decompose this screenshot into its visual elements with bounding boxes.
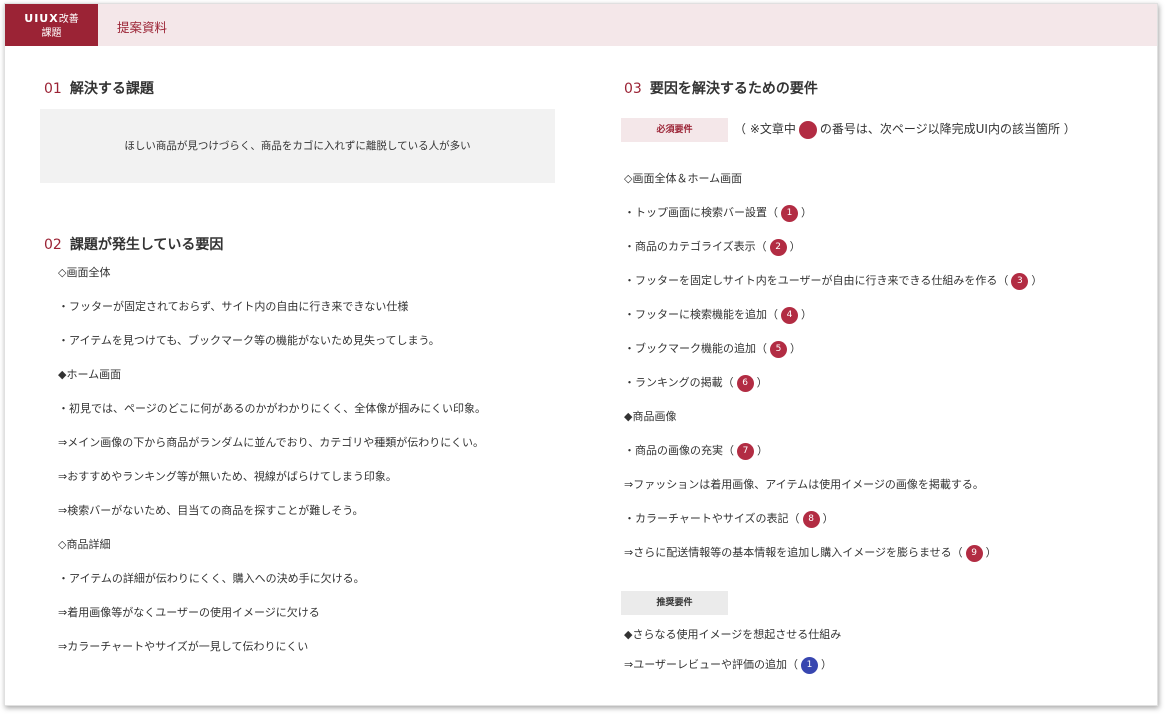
close-paren: ） [789,240,801,253]
requirement-text: ・ブックマーク機能の追加（ [624,342,767,355]
section-title: 要因を解決するための要件 [649,81,818,97]
header-bar: UIUX改善 課題 提案資料 [5,4,1157,46]
requirement-line: ・フッターに検索機能を追加（ 4） [624,306,812,324]
brand-suffix: 改善 [58,14,79,25]
brand-name: UIUX [24,12,59,25]
section-number: 03 [624,81,642,97]
red-circle-icon [798,120,817,139]
requirement-line: ・ブックマーク機能の追加（ 5） [624,340,801,358]
brand-subtitle: 課題 [41,28,62,39]
note-text-before: （ ※文章中 [734,122,796,136]
section-number: 01 [44,81,62,97]
requirement-text: ⇒ファッションは着用画像、アイテムは使用イメージの画像を掲載する。 [624,478,984,491]
requirement-text: ・商品の画像の充実（ [624,444,734,457]
cause-line: ⇒メイン画像の下から商品がランダムに並んでおり、カテゴリや種類が伝わりにくい。 [58,436,485,449]
cause-line: ◆ホーム画面 [58,368,122,381]
number-badge: 9 [965,544,983,562]
close-paren: ） [1031,274,1043,287]
requirement-text: ◇画面全体＆ホーム画面 [624,172,743,185]
number-badge: 8 [802,510,820,528]
section-title: 課題が発生している要因 [69,237,224,253]
number-badge: 6 [736,374,754,392]
requirement-line: ・ランキングの掲載（ 6） [624,374,768,392]
requirement-text: ⇒さらに配送情報等の基本情報を追加し購入イメージを膨らませる（ [624,546,963,559]
requirement-text: ・フッターを固定しサイト内をユーザーが自由に行き来できる仕組みを作る（ [624,274,1009,287]
requirement-line: ・商品の画像の充実（ 7） [624,442,768,460]
requirement-text: ・トップ画面に検索バー設置（ [624,206,778,219]
requirement-text: ・ランキングの掲載（ [624,376,734,389]
requirement-line: ・フッターを固定しサイト内をユーザーが自由に行き来できる仕組みを作る（ 3） [624,272,1042,290]
number-badge: 4 [781,306,798,324]
issue-statement: ほしい商品が見つけづらく、商品をカゴに入れずに離脱している人が多い [124,140,471,152]
close-paren: ） [756,376,768,389]
requirement-text: ・商品のカテゴライズ表示（ [624,240,767,253]
close-paren: ） [821,658,832,671]
number-badge: 3 [1011,272,1029,290]
number-badge: 5 [770,340,787,358]
section-01-heading: 01 解決する課題 [44,78,154,98]
requirement-line: ◇画面全体＆ホーム画面 [624,170,742,186]
cause-line: ・アイテムの詳細が伝わりにくく、購入への決め手に欠ける。 [58,572,365,585]
requirement-line: ・商品のカテゴライズ表示（ 2） [624,238,801,256]
required-requirements-tag: 必須要件 [621,118,728,142]
close-paren: ） [801,308,812,321]
cause-line: ・アイテムを見つけても、ブックマーク等の機能がないため見失ってしまう。 [58,334,440,347]
number-badge: 2 [769,238,787,256]
close-paren: ） [801,206,812,219]
cause-line: ◇画面全体 [58,266,111,279]
close-paren: ） [757,444,768,457]
close-paren: ） [985,546,997,559]
section-02-heading: 02 課題が発生している要因 [44,234,223,254]
recommended-line: ◆さらなる使用イメージを想起させる仕組み [624,626,841,642]
section-title: 解決する課題 [69,81,154,97]
badge-note: （ ※文章中 の番号は、次ページ以降完成UI内の該当箇所 ） [734,119,1076,139]
cause-line: ・フッターが固定されておらず、サイト内の自由に行き来できない仕様 [58,300,409,313]
number-badge: 1 [801,656,818,674]
requirement-text: ・フッターに検索機能を追加（ [624,308,778,321]
cause-line: ⇒検索バーがないため、目当ての商品を探すことが難しそう。 [58,504,364,517]
requirement-line: ◆商品画像 [624,408,676,424]
document-title: 提案資料 [117,20,168,35]
brand-logo: UIUX改善 課題 [5,4,98,46]
close-paren: ） [790,342,801,355]
cause-line: ⇒着用画像等がなくユーザーの使用イメージに欠ける [58,606,320,619]
number-badge: 1 [781,204,798,222]
section-03-heading: 03 要因を解決するための要件 [624,78,818,98]
section-number: 02 [44,237,62,253]
recommended-line: ⇒ユーザーレビューや評価の追加（ 1） [624,656,832,674]
requirement-text: ⇒ユーザーレビューや評価の追加（ [624,658,798,671]
requirement-text: ・カラーチャートやサイズの表記（ [624,512,800,525]
requirement-line: ・カラーチャートやサイズの表記（ 8） [624,510,834,528]
issue-statement-box: ほしい商品が見つけづらく、商品をカゴに入れずに離脱している人が多い [40,109,555,183]
cause-line: ◇商品詳細 [58,538,111,551]
cause-line: ・初見では、ページのどこに何があるのかがわかりにくく、全体像が掴みにくい印象。 [58,402,487,415]
requirement-text: ◆さらなる使用イメージを想起させる仕組み [624,628,842,641]
note-text-after: の番号は、次ページ以降完成UI内の該当箇所 ） [819,122,1076,136]
close-paren: ） [822,512,834,525]
requirement-line: ・トップ画面に検索バー設置（ 1） [624,204,812,222]
number-badge: 7 [737,442,754,460]
requirement-line: ⇒ファッションは着用画像、アイテムは使用イメージの画像を掲載する。 [624,476,984,492]
cause-line: ⇒おすすめやランキング等が無いため、視線がばらけてしまう印象。 [58,470,397,483]
requirement-line: ⇒さらに配送情報等の基本情報を追加し購入イメージを膨らませる（ 9） [624,544,997,562]
recommended-requirements-tag: 推奨要件 [621,591,728,615]
cause-line: ⇒カラーチャートやサイズが一見して伝わりにくい [58,640,309,653]
requirement-text: ◆商品画像 [624,410,677,423]
